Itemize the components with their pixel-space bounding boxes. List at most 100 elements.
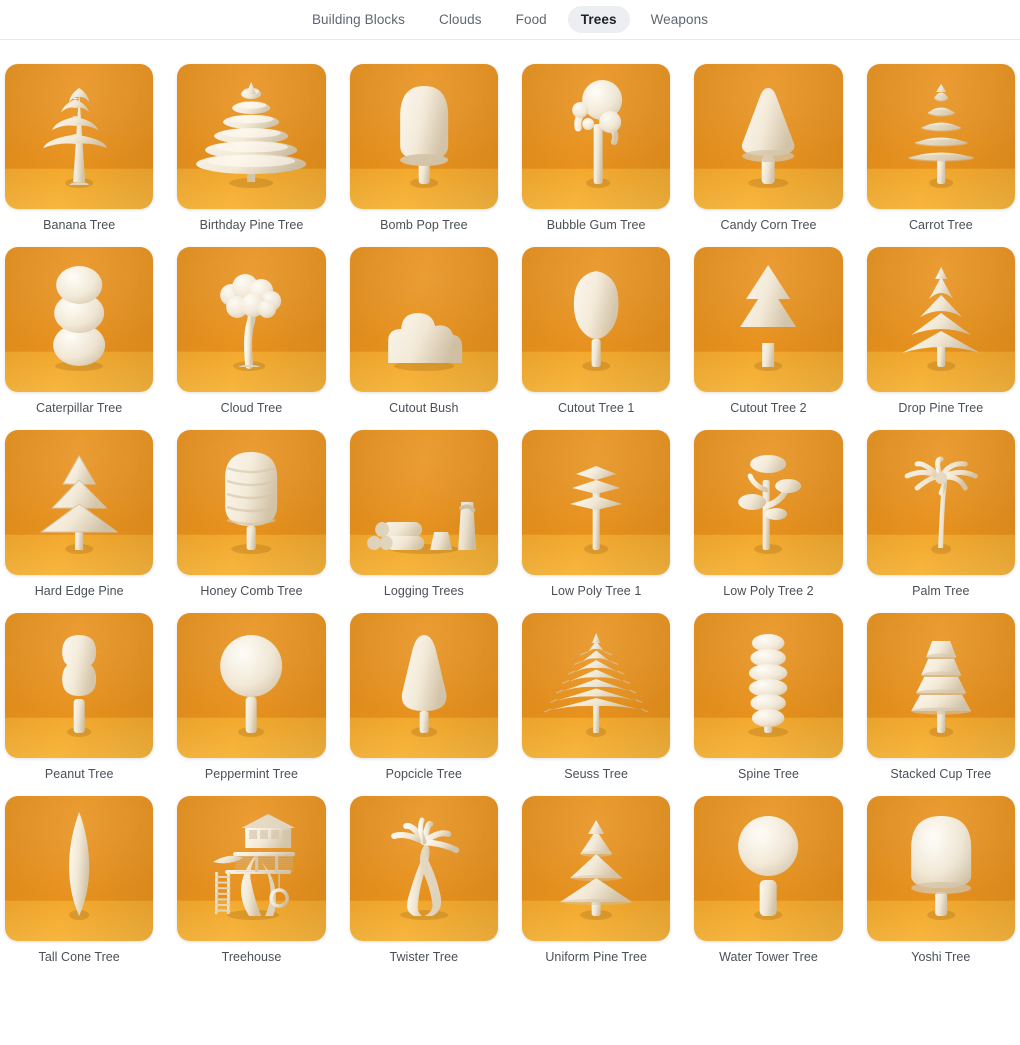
- asset-label: Bomb Pop Tree: [380, 218, 468, 232]
- asset-thumbnail[interactable]: [5, 613, 154, 758]
- asset-cell: Stacked Cup Tree: [866, 613, 1015, 781]
- asset-cell: Banana Tree: [5, 64, 154, 232]
- asset-thumbnail[interactable]: [521, 796, 671, 941]
- tab-building-blocks[interactable]: Building Blocks: [299, 6, 418, 33]
- asset-thumbnail[interactable]: [866, 613, 1015, 758]
- asset-thumbnail[interactable]: [521, 430, 671, 575]
- asset-cell: Bomb Pop Tree: [349, 64, 498, 232]
- cutout-bush-3d-render: [350, 247, 498, 392]
- asset-cell: Water Tower Tree: [694, 796, 843, 964]
- asset-thumbnail[interactable]: [5, 64, 154, 209]
- asset-label: Treehouse: [221, 950, 282, 964]
- birthday-pine-tree-3d-render: [177, 64, 325, 209]
- asset-cell: Peanut Tree: [5, 613, 154, 781]
- tab-clouds[interactable]: Clouds: [426, 6, 495, 33]
- asset-label: Birthday Pine Tree: [199, 218, 304, 232]
- asset-label: Cloud Tree: [220, 401, 283, 415]
- asset-thumbnail[interactable]: [349, 430, 498, 575]
- tab-weapons[interactable]: Weapons: [638, 6, 722, 33]
- asset-cell: Candy Corn Tree: [694, 64, 843, 232]
- asset-cell: Cutout Tree 2: [694, 247, 843, 415]
- tab-trees[interactable]: Trees: [567, 6, 630, 33]
- asset-thumbnail[interactable]: [177, 796, 326, 941]
- asset-thumbnail[interactable]: [177, 64, 326, 209]
- asset-label: Stacked Cup Tree: [890, 767, 992, 781]
- asset-thumbnail[interactable]: [5, 430, 154, 575]
- carrot-tree-3d-render: [867, 64, 1015, 209]
- asset-label: Cutout Bush: [389, 401, 459, 415]
- asset-thumbnail[interactable]: [5, 247, 154, 392]
- asset-label: Banana Tree: [43, 218, 116, 232]
- spine-tree-3d-render: [694, 613, 842, 758]
- asset-thumbnail[interactable]: [349, 613, 498, 758]
- asset-cell: Drop Pine Tree: [866, 247, 1015, 415]
- asset-label: Peppermint Tree: [204, 767, 299, 781]
- asset-label: Yoshi Tree: [911, 950, 971, 964]
- asset-label: Candy Corn Tree: [720, 218, 817, 232]
- water-tower-tree-3d-render: [694, 796, 842, 941]
- asset-cell: Peppermint Tree: [177, 613, 326, 781]
- bomb-pop-tree-3d-render: [350, 64, 498, 209]
- tab-food[interactable]: Food: [503, 6, 560, 33]
- asset-label: Twister Tree: [389, 950, 459, 964]
- asset-label: Drop Pine Tree: [898, 401, 984, 415]
- asset-thumbnail[interactable]: [177, 247, 326, 392]
- cutout-tree-2-3d-render: [694, 247, 842, 392]
- popcicle-tree-3d-render: [350, 613, 498, 758]
- asset-thumbnail[interactable]: [5, 796, 154, 941]
- asset-label: Cutout Tree 2: [730, 401, 807, 415]
- asset-label: Bubble Gum Tree: [546, 218, 646, 232]
- asset-cell: Caterpillar Tree: [5, 247, 154, 415]
- uniform-pine-tree-3d-render: [522, 796, 670, 941]
- asset-thumbnail[interactable]: [694, 247, 843, 392]
- asset-cell: Palm Tree: [866, 430, 1015, 598]
- asset-thumbnail[interactable]: [866, 247, 1015, 392]
- honey-comb-tree-3d-render: [177, 430, 325, 575]
- peppermint-tree-3d-render: [177, 613, 325, 758]
- asset-cell: Yoshi Tree: [866, 796, 1015, 964]
- logging-trees-3d-render: [350, 430, 498, 575]
- asset-label: Spine Tree: [738, 767, 799, 781]
- asset-cell: Low Poly Tree 2: [694, 430, 843, 598]
- asset-thumbnail[interactable]: [177, 613, 326, 758]
- treehouse-3d-render: [177, 796, 325, 941]
- asset-cell: Treehouse: [177, 796, 326, 964]
- asset-label: Peanut Tree: [44, 767, 114, 781]
- asset-thumbnail[interactable]: [349, 247, 498, 392]
- asset-cell: Cutout Bush: [349, 247, 498, 415]
- asset-thumbnail[interactable]: [866, 430, 1015, 575]
- asset-thumbnail[interactable]: [521, 247, 671, 392]
- asset-cell: Bubble Gum Tree: [521, 64, 671, 232]
- asset-cell: Spine Tree: [694, 613, 843, 781]
- cloud-tree-3d-render: [177, 247, 325, 392]
- category-tab-bar[interactable]: Building Blocks Clouds Food Trees Weapons: [0, 0, 1020, 39]
- bubble-gum-tree-3d-render: [522, 64, 670, 209]
- asset-cell: Cutout Tree 1: [521, 247, 671, 415]
- seuss-tree-3d-render: [522, 613, 670, 758]
- candy-corn-tree-3d-render: [694, 64, 842, 209]
- asset-label: Caterpillar Tree: [36, 401, 123, 415]
- asset-cell: Logging Trees: [349, 430, 498, 598]
- hard-edge-pine-3d-render: [5, 430, 153, 575]
- asset-thumbnail[interactable]: [521, 64, 671, 209]
- asset-label: Low Poly Tree 1: [550, 584, 642, 598]
- asset-thumbnail[interactable]: [694, 613, 843, 758]
- asset-cell: Tall Cone Tree: [5, 796, 154, 964]
- asset-thumbnail[interactable]: [866, 64, 1015, 209]
- asset-label: Seuss Tree: [564, 767, 629, 781]
- low-poly-tree-1-3d-render: [522, 430, 670, 575]
- asset-thumbnail[interactable]: [694, 430, 843, 575]
- asset-label: Palm Tree: [912, 584, 970, 598]
- asset-cell: Cloud Tree: [177, 247, 326, 415]
- asset-thumbnail[interactable]: [694, 64, 843, 209]
- asset-thumbnail[interactable]: [349, 64, 498, 209]
- asset-thumbnail[interactable]: [349, 796, 498, 941]
- asset-label: Honey Comb Tree: [200, 584, 303, 598]
- asset-label: Hard Edge Pine: [34, 584, 124, 598]
- asset-thumbnail[interactable]: [177, 430, 326, 575]
- yoshi-tree-3d-render: [867, 796, 1015, 941]
- asset-thumbnail[interactable]: [694, 796, 843, 941]
- asset-thumbnail[interactable]: [521, 613, 671, 758]
- asset-thumbnail[interactable]: [866, 796, 1015, 941]
- twister-tree-3d-render: [350, 796, 498, 941]
